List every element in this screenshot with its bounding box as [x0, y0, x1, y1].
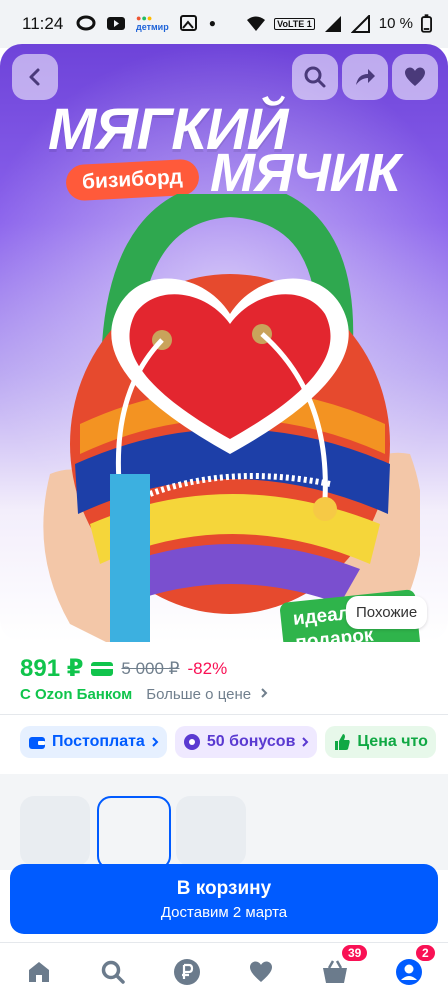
signal-icon [324, 15, 341, 32]
heart-icon [250, 961, 272, 982]
ring-icon [76, 15, 96, 31]
profile-count-badge: 2 [414, 943, 437, 963]
youtube-icon [107, 17, 125, 30]
price-chip[interactable]: Цена что [325, 726, 436, 758]
price-row: 891 ₽ 5 000 ₽ -82% [20, 654, 227, 683]
product-photo [43, 194, 420, 642]
benefit-chips: Постоплата 50 бонусов Цена что [20, 726, 436, 758]
share-icon [356, 69, 375, 85]
chevron-left-icon [29, 68, 40, 86]
search-icon [304, 66, 326, 88]
ozon-bank-label: С Ozon Банком [20, 686, 133, 703]
favorite-button[interactable] [392, 54, 438, 100]
cart-icon [323, 960, 347, 983]
variant-thumb-2[interactable] [97, 796, 171, 870]
tab-home[interactable] [24, 957, 54, 987]
profile-icon [396, 959, 422, 985]
bonus-chip[interactable]: 50 бонусов [174, 726, 318, 758]
chevron-right-icon [152, 737, 159, 747]
status-bar: 11:24 ●●● детмир ● VoLTE 1 10 % [0, 0, 448, 48]
heart-icon [405, 67, 425, 86]
notification-icons: ●●● детмир ● [76, 14, 216, 32]
detmir-logo: ●●● детмир [136, 13, 169, 32]
chevron-right-icon [261, 688, 268, 698]
back-button[interactable] [12, 54, 58, 100]
more-about-price-link[interactable]: Больше о цене [146, 686, 269, 703]
tab-favorites[interactable] [246, 957, 276, 987]
tab-finance[interactable] [172, 957, 202, 987]
old-price: 5 000 ₽ [121, 658, 180, 678]
volte-badge: VoLTE 1 [274, 17, 315, 30]
similar-button[interactable]: Похожие [346, 596, 428, 629]
divider [0, 714, 448, 715]
variant-thumb-1[interactable] [20, 796, 90, 866]
postpay-chip[interactable]: Постоплата [20, 726, 167, 758]
variant-thumb-3[interactable] [176, 796, 246, 866]
add-to-cart-button[interactable]: В корзину Доставим 2 марта [10, 864, 438, 934]
battery-text: 10 % [378, 15, 413, 32]
dot-icon: ● [208, 16, 216, 30]
bonus-icon [183, 734, 200, 750]
share-button[interactable] [342, 54, 388, 100]
product-image-gallery[interactable]: МЯГКИЙ МЯЧИК бизиборд подарок Похожие [0, 44, 448, 642]
add-to-cart-label: В корзину [176, 878, 272, 899]
wallet-icon [29, 737, 45, 749]
card-icon [91, 661, 114, 676]
search-icon [101, 960, 125, 984]
search-button[interactable] [292, 54, 338, 100]
cart-count-badge: 39 [340, 943, 370, 963]
current-price: 891 ₽ [20, 655, 84, 682]
gallery-icon [179, 15, 197, 31]
wifi-icon [247, 16, 266, 31]
ruble-coin-icon [174, 959, 200, 985]
home-icon [29, 962, 49, 982]
signal-icon-2 [350, 14, 370, 33]
bottom-tab-bar: 39 2 [0, 942, 448, 1001]
delivery-date: Доставим 2 марта [160, 904, 288, 921]
chevron-right-icon [302, 737, 309, 747]
status-time: 11:24 [22, 14, 64, 33]
bank-row: С Ozon Банком Больше о цене [20, 686, 269, 703]
battery-icon [421, 14, 432, 33]
discount-badge: -82% [187, 658, 228, 678]
thumbs-up-icon [335, 734, 351, 750]
system-indicators: VoLTE 1 10 % [246, 14, 432, 33]
tab-catalog[interactable] [98, 957, 128, 987]
